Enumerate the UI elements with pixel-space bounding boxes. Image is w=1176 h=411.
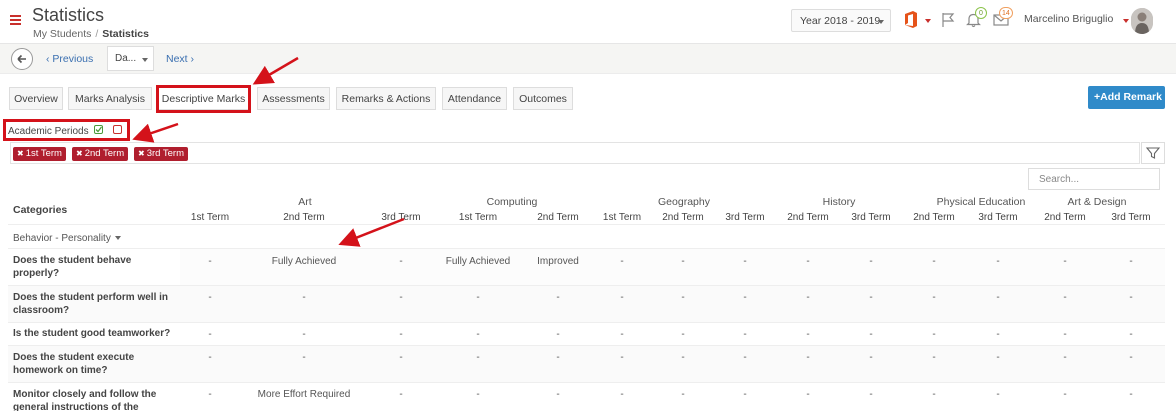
annotation-arrows — [132, 56, 405, 247]
